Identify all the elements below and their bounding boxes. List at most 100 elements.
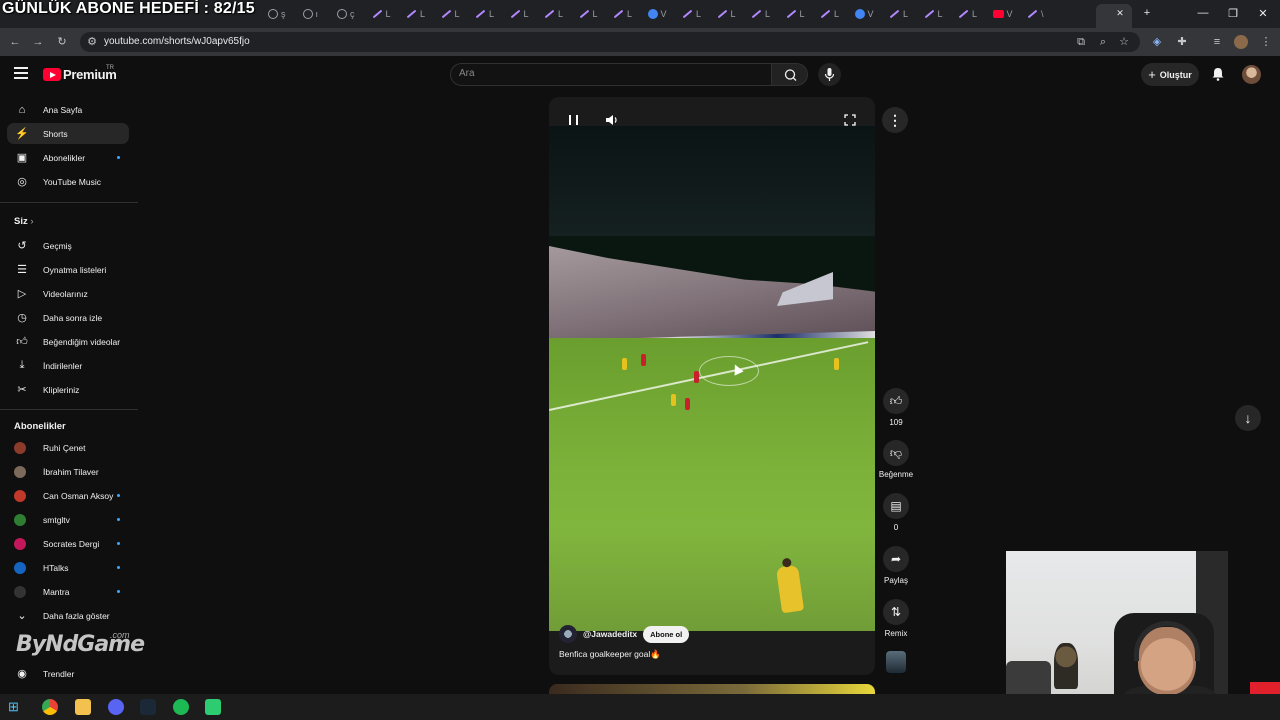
subscription-channel[interactable]: smtgltv [7, 509, 129, 530]
steam-icon[interactable] [140, 699, 156, 715]
window-maximize-button[interactable]: ❐ [1226, 7, 1240, 20]
sidebar-item-label: Klipleriniz [43, 384, 80, 395]
sidebar-item-watch-later[interactable]: ◷ Daha sonra izle [7, 307, 129, 328]
discord-icon[interactable] [108, 699, 124, 715]
browser-tab[interactable]: ş [268, 7, 298, 21]
browser-menu-icon[interactable]: ⋮ [1259, 35, 1273, 49]
youtube-logo-icon[interactable] [43, 68, 61, 81]
search-box[interactable] [450, 63, 772, 86]
volume-icon[interactable] [605, 114, 619, 126]
search-button[interactable] [771, 63, 808, 86]
dislike-button[interactable]: 👎︎ Beğenme [878, 440, 914, 479]
sidebar-item-shorts[interactable]: ⚡ Shorts [7, 123, 129, 144]
sidebar-item-liked-videos[interactable]: 👍︎ Beğendiğim videolar [7, 331, 129, 352]
subscription-channel[interactable]: Socrates Dergi [7, 533, 129, 554]
subscription-channel[interactable]: Mantra [7, 581, 129, 602]
browser-tab[interactable]: V [992, 7, 1023, 21]
fullscreen-icon[interactable] [844, 114, 856, 126]
browser-tab[interactable]: L [924, 7, 954, 21]
browser-tab[interactable]: L [510, 7, 540, 21]
show-more-subscriptions[interactable]: ⌄ Daha fazla göster [7, 605, 129, 626]
guide-menu-icon[interactable] [14, 67, 28, 79]
pause-icon[interactable] [569, 115, 578, 125]
window-close-button[interactable]: ✕ [1256, 7, 1270, 20]
video-frame[interactable] [549, 126, 875, 631]
sidebar-item-subscriptions[interactable]: ▣ Abonelikler [7, 147, 129, 168]
tab-favicon-icon [475, 9, 486, 19]
window-minimize-button[interactable]: — [1196, 7, 1210, 19]
search-input[interactable] [459, 68, 759, 79]
zoom-icon[interactable]: ⌕ [1096, 35, 1110, 49]
short-channel-avatar[interactable] [559, 625, 577, 643]
browser-tab[interactable]: ç [337, 7, 367, 21]
reload-icon[interactable]: ↻ [55, 35, 69, 49]
extensions-puzzle-icon[interactable]: ✚ [1175, 35, 1189, 49]
spotify-icon[interactable] [173, 699, 189, 715]
browser-tab[interactable]: V [647, 7, 678, 21]
account-avatar[interactable] [1242, 65, 1261, 84]
subscription-channel[interactable]: HTalks [7, 557, 129, 578]
short-title[interactable]: Benfica goalkeeper goal🔥 [559, 649, 661, 660]
browser-tab[interactable]: L [958, 7, 988, 21]
create-button[interactable]: + Oluştur [1141, 63, 1199, 86]
extension-icon[interactable]: ◈ [1150, 35, 1164, 49]
voice-search-button[interactable] [818, 63, 841, 86]
browser-tab[interactable]: L [406, 7, 436, 21]
browser-tab[interactable]: L [751, 7, 781, 21]
browser-tab[interactable]: L [544, 7, 574, 21]
you-section-heading[interactable]: Siz › [14, 216, 34, 227]
sound-thumbnail[interactable] [886, 651, 906, 673]
sidebar-item-your-videos[interactable]: ▷ Videolarınız [7, 283, 129, 304]
profile-avatar-icon[interactable] [1234, 35, 1248, 49]
browser-tab[interactable]: L [372, 7, 402, 21]
browser-tab[interactable]: L [475, 7, 505, 21]
browser-tab[interactable]: L [613, 7, 643, 21]
browser-tab[interactable]: L [682, 7, 712, 21]
short-channel-name[interactable]: @Jawadeditx [583, 629, 637, 639]
more-options-button[interactable]: ⋮ [882, 107, 908, 133]
reading-list-icon[interactable]: ≡ [1210, 35, 1224, 49]
subscription-channel[interactable]: Can Osman Aksoy [7, 485, 129, 506]
windows-start-icon[interactable]: ⊞ [8, 699, 24, 715]
browser-tab[interactable]: L [579, 7, 609, 21]
subscription-channel[interactable]: Ruhi Çenet [7, 437, 129, 458]
browser-tab[interactable]: L [820, 7, 850, 21]
install-app-icon[interactable]: ⧉ [1074, 35, 1088, 49]
sidebar-item-youtube-music[interactable]: ◎ YouTube Music [7, 171, 129, 192]
video-player [671, 394, 676, 406]
remix-button[interactable]: ⇅ Remix [878, 599, 914, 638]
sidebar-item-downloads[interactable]: ⤓ İndirilenler [7, 355, 129, 376]
url-text[interactable]: youtube.com/shorts/wJ0apv65fjo [104, 36, 250, 47]
forward-icon[interactable]: → [31, 35, 45, 49]
back-icon[interactable]: ← [8, 35, 22, 49]
site-info-icon[interactable]: ⚙ [85, 35, 99, 49]
sidebar-item-home[interactable]: ⌂ Ana Sayfa [7, 99, 129, 120]
comments-button[interactable]: ▤ 0 [878, 493, 914, 532]
browser-tab[interactable]: \ [1027, 7, 1057, 21]
share-button[interactable]: ➦ Paylaş [878, 546, 914, 585]
you-heading-label: Siz [14, 216, 28, 227]
sidebar-item-playlists[interactable]: ☰ Oynatma listeleri [7, 259, 129, 280]
browser-tab[interactable]: L [717, 7, 747, 21]
browser-tab[interactable]: L [786, 7, 816, 21]
notifications-button[interactable] [1210, 66, 1226, 82]
like-button[interactable]: 👍︎ 109 [878, 388, 914, 427]
browser-tab[interactable]: ı [302, 7, 333, 21]
subscribe-button[interactable]: Abone ol [643, 625, 690, 643]
shorts-player[interactable]: @Jawadeditx Abone ol Benfica goalkeeper … [549, 97, 875, 675]
bookmark-star-icon[interactable]: ☆ [1117, 35, 1131, 49]
new-tab-button[interactable]: + [1140, 7, 1154, 19]
sidebar-item-clips[interactable]: ✂ Klipleriniz [7, 379, 129, 400]
chrome-icon[interactable] [42, 699, 58, 715]
channel-name: Socrates Dergi [43, 538, 100, 549]
browser-tab[interactable]: L [441, 7, 471, 21]
sidebar-item-trending[interactable]: ◉ Trendler [7, 663, 129, 684]
sidebar-item-history[interactable]: ↺ Geçmiş [7, 235, 129, 256]
subscription-channel[interactable]: İbrahim Tilaver [7, 461, 129, 482]
close-tab-icon[interactable]: ✕ [1113, 8, 1127, 19]
browser-tab[interactable]: V [854, 7, 885, 21]
browser-tab[interactable]: L [889, 7, 919, 21]
file-explorer-icon[interactable] [75, 699, 91, 715]
next-short-button[interactable]: ↓ [1235, 405, 1261, 431]
app-icon[interactable] [205, 699, 221, 715]
